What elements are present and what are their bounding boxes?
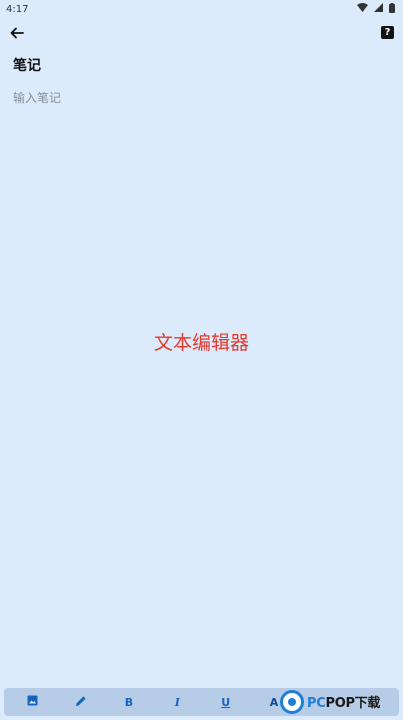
watermark-text: PCPOP下载 [307, 692, 380, 711]
pen-icon [75, 695, 87, 710]
underline-button[interactable]: U [213, 690, 239, 714]
draw-button[interactable] [68, 690, 94, 714]
watermark-brand-rest: POP下载 [325, 696, 381, 711]
back-button[interactable] [8, 24, 26, 42]
status-icons [357, 2, 395, 16]
bold-button[interactable]: B [116, 690, 142, 714]
status-time: 4:17 [6, 3, 29, 15]
insert-image-button[interactable] [19, 690, 45, 714]
image-icon [27, 695, 38, 709]
arrow-left-icon [10, 24, 24, 43]
status-bar: 4:17 [0, 0, 403, 18]
editor-caption: 文本编辑器 [153, 332, 249, 354]
watermark-logo: PCPOP下载 [280, 683, 403, 720]
pcpop-logo-icon [280, 689, 304, 714]
signal-icon [374, 3, 383, 15]
top-bar: ? [0, 22, 403, 44]
italic-button[interactable]: I [164, 690, 190, 714]
battery-icon [389, 2, 395, 16]
note-input[interactable] [13, 89, 383, 107]
help-button[interactable]: ? [381, 26, 394, 39]
watermark-brand-pc: PC [307, 696, 326, 711]
page-title: 笔记 [13, 58, 41, 74]
wifi-icon [357, 3, 368, 15]
